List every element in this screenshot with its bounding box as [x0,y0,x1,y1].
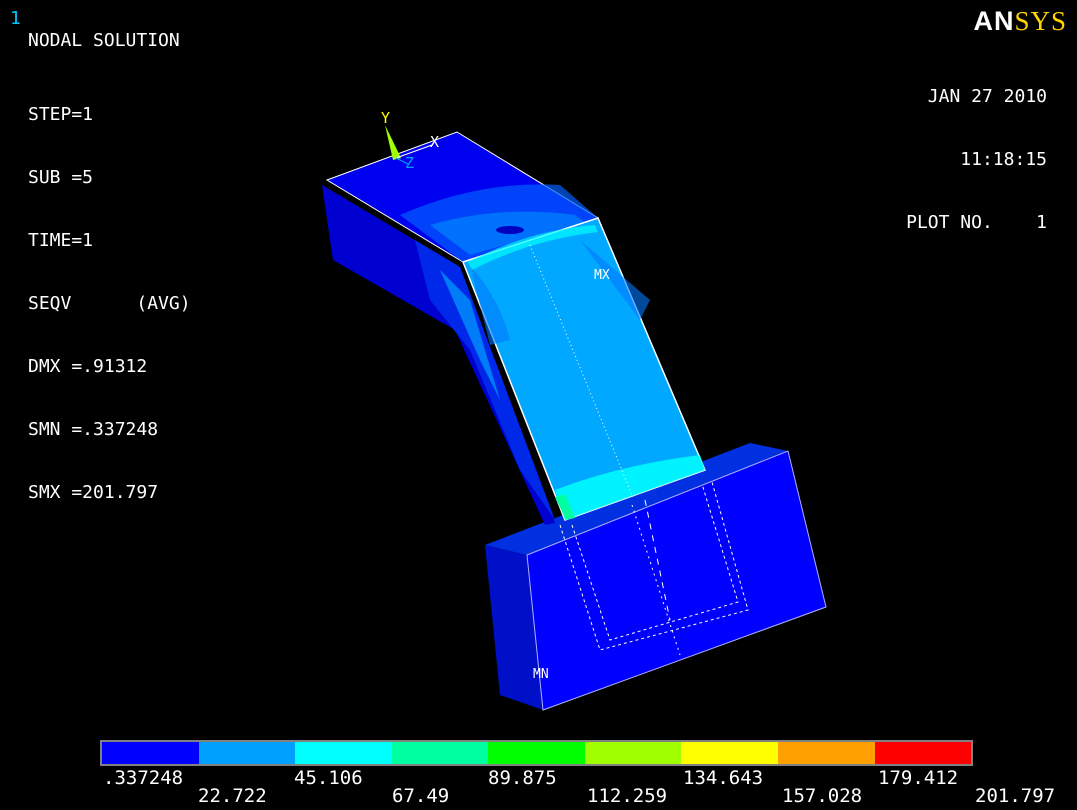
legend-swatch [681,742,778,764]
legend-label: 134.643 [683,767,764,789]
contour-legend-bar [100,740,973,766]
legend-swatch [391,742,489,764]
legend-label: 157.028 [782,785,863,807]
legend-swatch [488,742,585,764]
legend-swatch [295,742,392,764]
legend-swatch [102,742,199,764]
legend-swatch [198,742,296,764]
legend-label: .337248 [103,767,184,789]
max-marker: MX [594,268,610,283]
legend-label: 45.106 [294,767,363,789]
legend-swatch [874,742,972,764]
legend-label: 179.412 [878,767,959,789]
legend-label: 22.722 [198,785,267,807]
upright-front [462,217,707,521]
legend-swatch [584,742,682,764]
legend-label: 201.797 [975,785,1056,807]
axis-y-label: Y [381,109,390,127]
legend-label: 67.49 [392,785,450,807]
model-viewport[interactable]: Y X Z MX MN [0,0,1077,810]
legend-label: 89.875 [488,767,557,789]
axis-z-label: Z [405,154,414,172]
legend-label: 112.259 [587,785,668,807]
min-marker: MN [533,667,549,682]
axis-x-label: X [430,133,439,151]
legend-swatch [777,742,875,764]
